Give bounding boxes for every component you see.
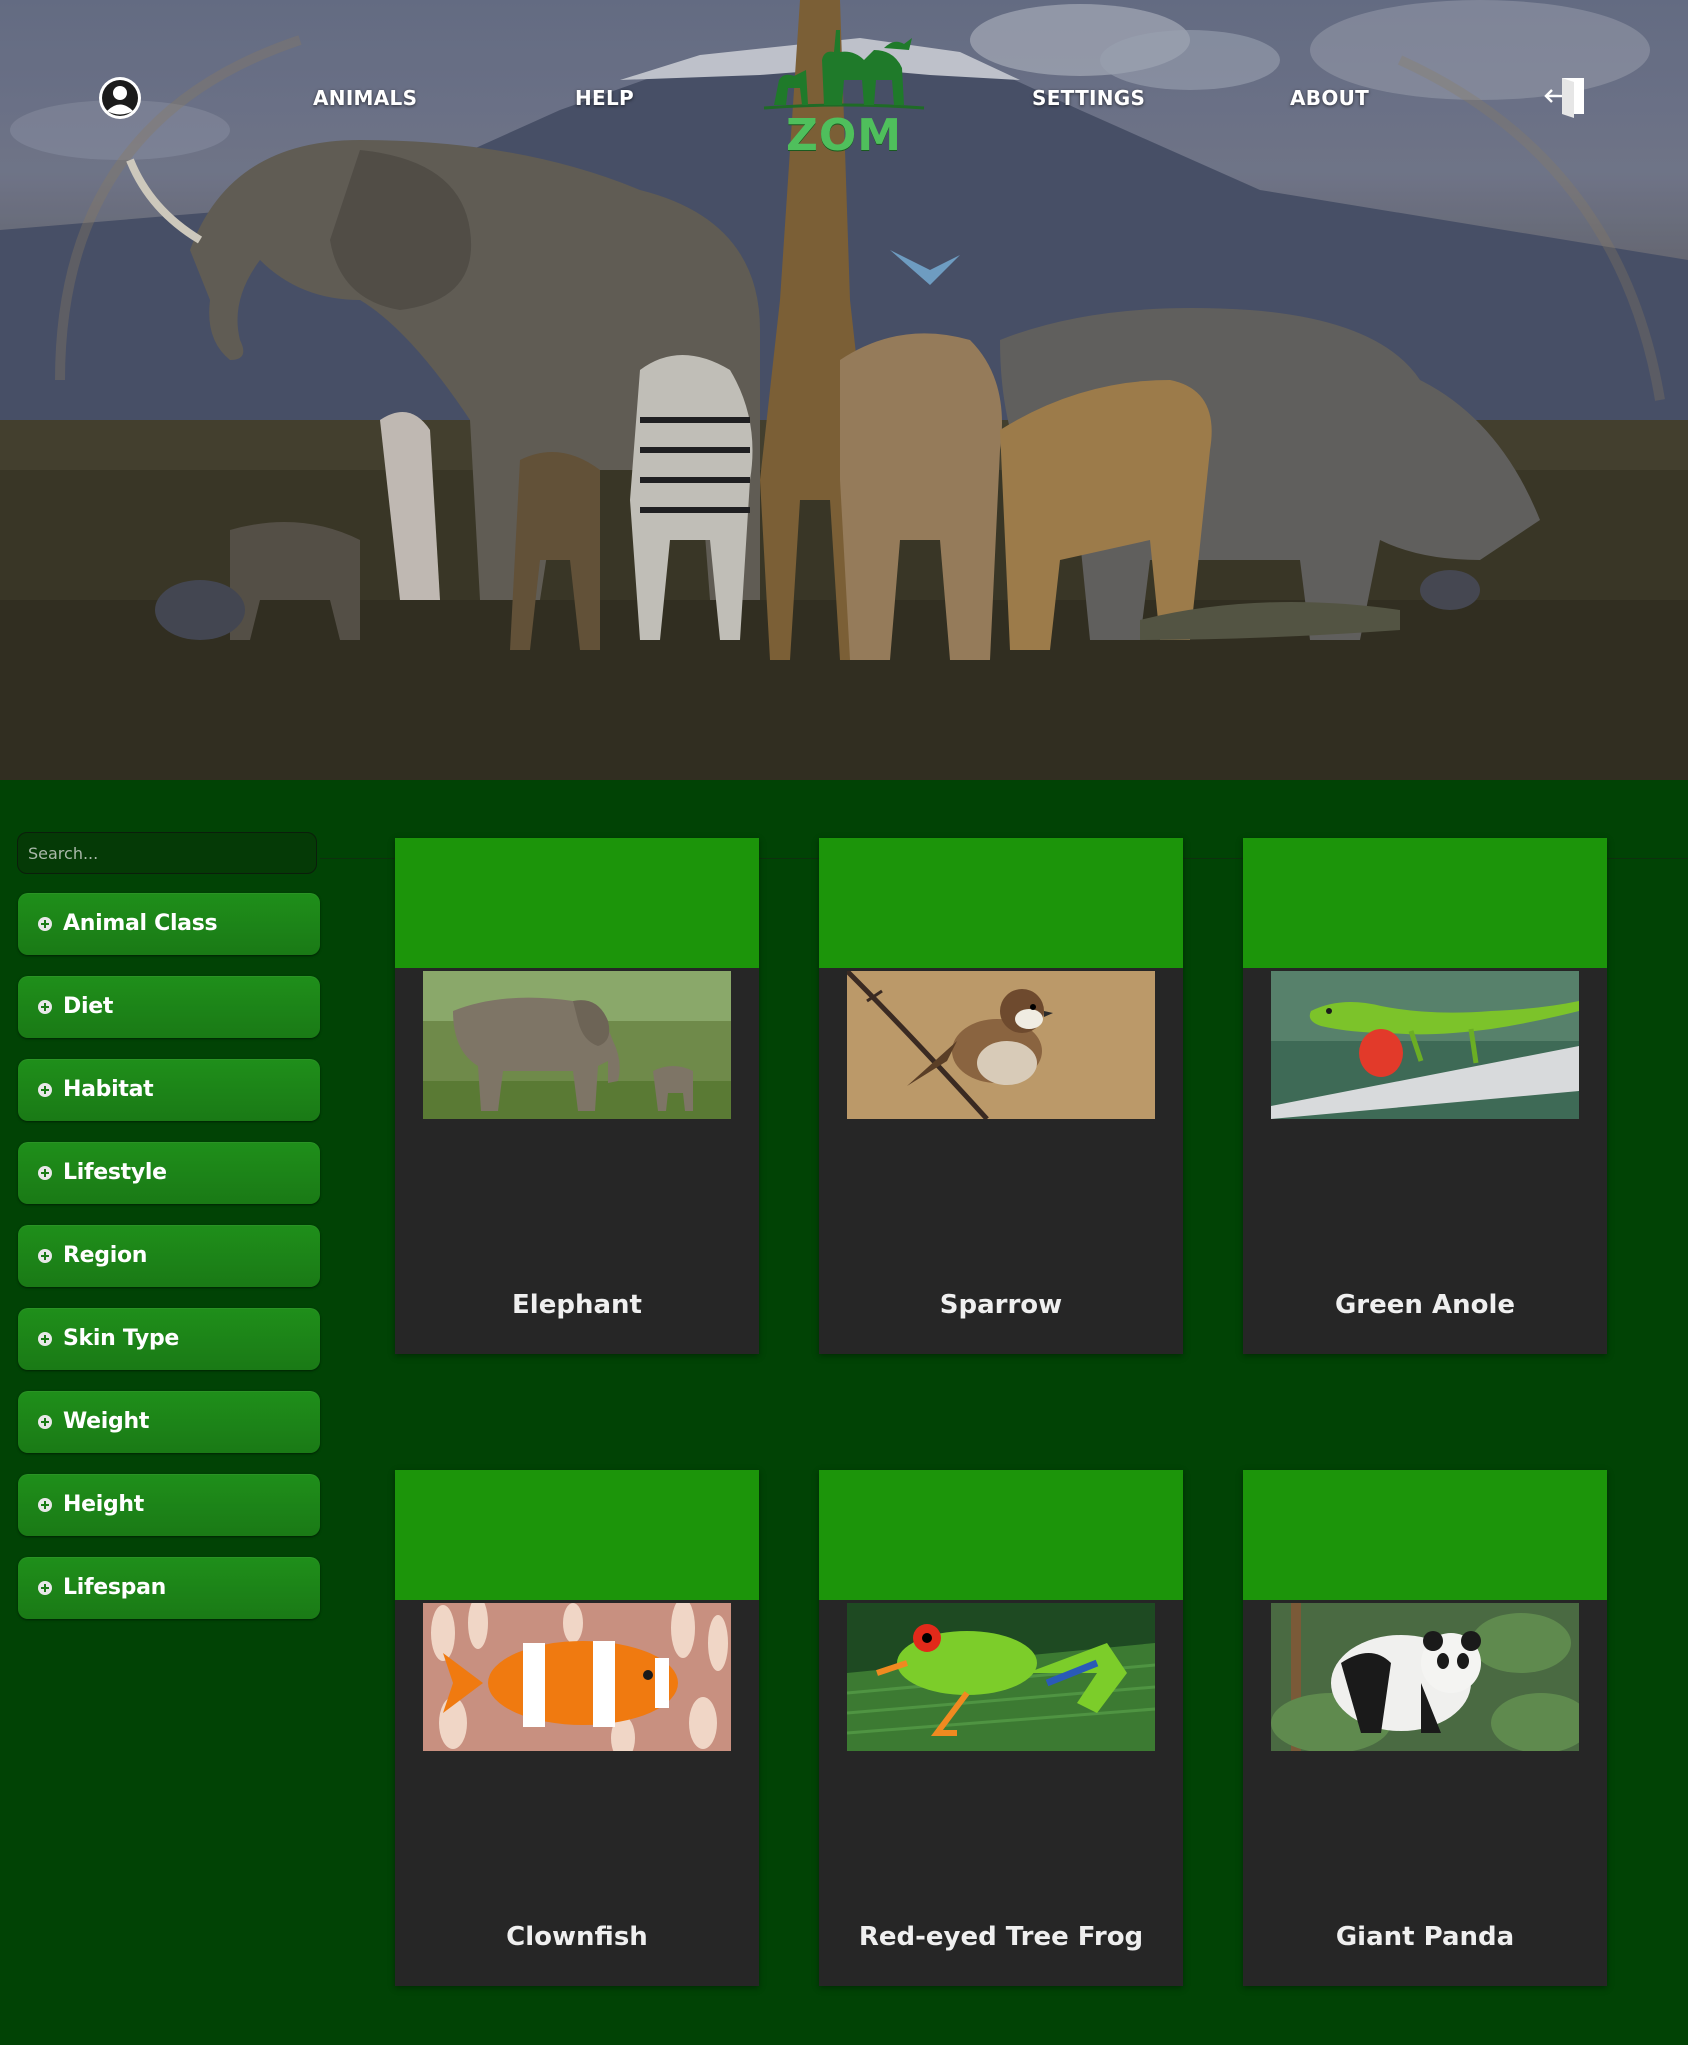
nav-settings[interactable]: SETTINGS [1032, 86, 1145, 110]
green-anole-photo [1271, 971, 1579, 1119]
filter-weight-button[interactable]: Weight [18, 1391, 320, 1453]
nav-animals[interactable]: ANIMALS [313, 86, 417, 110]
card-header-band [395, 1470, 759, 1600]
top-navigation: ANIMALS HELP ZOM SETTINGS ABOUT [0, 0, 1688, 200]
filter-habitat-button[interactable]: Habitat [18, 1059, 320, 1121]
filter-lifespan-button[interactable]: Lifespan [18, 1557, 320, 1619]
giant-panda-photo [1271, 1603, 1579, 1751]
animal-name: Green Anole [1334, 1290, 1516, 1320]
animal-card-clownfish[interactable]: Clownfish [395, 1470, 759, 1986]
filter-label: Animal Class [63, 911, 218, 936]
plus-icon [38, 917, 52, 931]
filter-list: Animal Class Diet Habitat Lifestyle Regi… [18, 893, 320, 1640]
filter-label: Height [63, 1492, 145, 1517]
plus-icon [38, 1415, 52, 1429]
filter-animal-class-button[interactable]: Animal Class [18, 893, 320, 955]
plus-icon [38, 1249, 52, 1263]
search-input[interactable] [17, 832, 317, 874]
nav-help[interactable]: HELP [575, 86, 634, 110]
filter-label: Weight [63, 1409, 150, 1434]
logo-text: ZOM [785, 110, 903, 161]
filter-label: Lifespan [63, 1575, 167, 1600]
filter-label: Habitat [63, 1077, 154, 1102]
plus-icon [38, 1498, 52, 1512]
filter-label: Diet [63, 994, 114, 1019]
filter-diet-button[interactable]: Diet [18, 976, 320, 1038]
card-header-band [1243, 1470, 1607, 1600]
animal-card-giant-panda[interactable]: Giant Panda [1243, 1470, 1607, 1986]
card-header-band [395, 838, 759, 968]
animal-card-red-eyed-tree-frog[interactable]: Red-eyed Tree Frog [819, 1470, 1183, 1986]
plus-icon [38, 1332, 52, 1346]
filter-height-button[interactable]: Height [18, 1474, 320, 1536]
animal-name: Giant Panda [1335, 1922, 1515, 1952]
nav-about[interactable]: ABOUT [1290, 86, 1369, 110]
filter-skin-type-button[interactable]: Skin Type [18, 1308, 320, 1370]
hero-banner: ANIMALS HELP ZOM SETTINGS ABOUT [0, 0, 1688, 780]
filter-label: Skin Type [63, 1326, 180, 1351]
animal-name: Red-eyed Tree Frog [858, 1922, 1144, 1952]
filter-label: Lifestyle [63, 1160, 167, 1185]
plus-icon [38, 1083, 52, 1097]
zom-logo[interactable]: ZOM [744, 20, 944, 170]
animal-card-elephant[interactable]: Elephant [395, 838, 759, 1354]
filter-label: Region [63, 1243, 148, 1268]
animal-name: Elephant [512, 1290, 642, 1320]
plus-icon [38, 1166, 52, 1180]
animal-name: Clownfish [506, 1922, 648, 1952]
red-eyed-tree-frog-photo [847, 1603, 1155, 1751]
sparrow-photo [847, 971, 1155, 1119]
plus-icon [38, 1000, 52, 1014]
logout-door-icon[interactable] [1544, 74, 1590, 118]
card-header-band [1243, 838, 1607, 968]
elephant-photo [423, 971, 731, 1119]
card-header-band [819, 1470, 1183, 1600]
user-avatar-icon[interactable] [98, 76, 142, 120]
clownfish-photo [423, 1603, 731, 1751]
filter-lifestyle-button[interactable]: Lifestyle [18, 1142, 320, 1204]
filter-region-button[interactable]: Region [18, 1225, 320, 1287]
animal-card-sparrow[interactable]: Sparrow [819, 838, 1183, 1354]
animal-card-green-anole[interactable]: Green Anole [1243, 838, 1607, 1354]
animal-name: Sparrow [939, 1290, 1063, 1320]
plus-icon [38, 1581, 52, 1595]
card-header-band [819, 838, 1183, 968]
